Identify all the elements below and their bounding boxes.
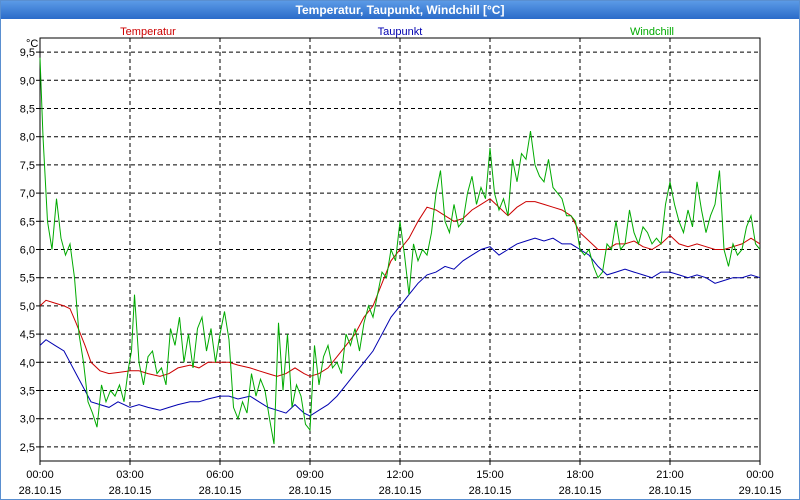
x-tick-date: 28.10.15 xyxy=(109,485,152,497)
x-tick-time: 06:00 xyxy=(206,469,234,481)
x-tick-time: 15:00 xyxy=(476,469,504,481)
x-tick-date: 29.10.15 xyxy=(739,485,782,497)
x-tick-time: 03:00 xyxy=(116,469,144,481)
x-tick-time: 12:00 xyxy=(386,469,414,481)
x-tick-time: 00:00 xyxy=(26,469,54,481)
x-tick-time: 18:00 xyxy=(566,469,594,481)
x-tick-date: 28.10.15 xyxy=(19,485,62,497)
legend-entry-windchill: Windchill xyxy=(630,26,674,38)
x-tick-date: 28.10.15 xyxy=(199,485,242,497)
x-tick-date: 28.10.15 xyxy=(649,485,692,497)
legend-entry-taupunkt: Taupunkt xyxy=(378,26,423,38)
y-tick-label: 2,5 xyxy=(20,442,35,454)
x-tick-time: 21:00 xyxy=(656,469,684,481)
y-tick-label: 7,5 xyxy=(20,160,35,172)
x-axis: 00:00 28.10.15 03:00 28.10.15 06:00 28.10.15 0… xyxy=(19,461,782,497)
y-tick-label: 5,0 xyxy=(20,301,35,313)
y-tick-label: 4,5 xyxy=(20,329,35,341)
legend: Temperatur Taupunkt Windchill xyxy=(120,26,674,38)
y-tick-label: 8,0 xyxy=(20,132,35,144)
y-axis: 9,59,08,58,07,57,06,56,05,55,04,54,03,53… xyxy=(20,38,40,454)
x-tick-time: 09:00 xyxy=(296,469,324,481)
y-tick-label: 6,5 xyxy=(20,216,35,228)
y-tick-label: 3,0 xyxy=(20,414,35,426)
y-tick-label: 5,5 xyxy=(20,273,35,285)
y-tick-label: 8,5 xyxy=(20,104,35,116)
y-axis-unit: °C xyxy=(26,38,38,50)
y-tick-label: 9,0 xyxy=(20,75,35,87)
y-tick-label: 6,0 xyxy=(20,245,35,257)
line-chart: 9,59,08,58,07,57,06,56,05,55,04,54,03,53… xyxy=(19,26,782,497)
x-tick-date: 28.10.15 xyxy=(379,485,422,497)
x-tick-date: 28.10.15 xyxy=(469,485,512,497)
y-tick-label: 7,0 xyxy=(20,188,35,200)
x-tick-date: 28.10.15 xyxy=(289,485,332,497)
y-tick-label: 3,5 xyxy=(20,386,35,398)
y-tick-label: 4,0 xyxy=(20,357,35,369)
x-tick-time: 00:00 xyxy=(746,469,774,481)
legend-entry-temperatur: Temperatur xyxy=(120,26,176,38)
x-tick-date: 28.10.15 xyxy=(559,485,602,497)
